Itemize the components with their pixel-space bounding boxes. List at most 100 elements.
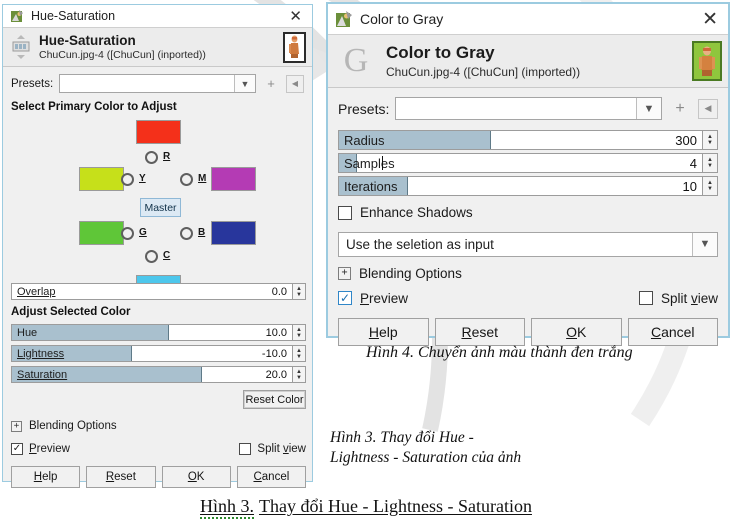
iterations-row: Iterations 10 ▲ ▼ (338, 176, 718, 196)
preview-checkbox[interactable]: ✓ Preview (11, 443, 70, 455)
samples-spinner[interactable]: ▲ ▼ (703, 153, 718, 173)
input-source-select[interactable]: Use the seletion as input ▼ (338, 231, 718, 257)
preview-label-rest: review (36, 443, 70, 455)
reset-button[interactable]: Reset (434, 317, 525, 346)
overlap-row: Overlap 0.0 ▲ ▼ (11, 283, 306, 300)
chevron-down-icon[interactable]: ▼ (636, 98, 661, 119)
preview-splitview-row: ✓ Preview Split view (338, 291, 718, 306)
image-thumbnail (695, 44, 719, 78)
radius-spinner[interactable]: ▲ ▼ (703, 130, 718, 150)
chevron-down-icon[interactable]: ▼ (234, 75, 255, 92)
preset-menu-icon[interactable]: ◀ (286, 74, 304, 93)
lightness-label: Lightness (17, 347, 65, 360)
swatch-green[interactable] (79, 221, 124, 245)
iterations-slider[interactable]: Iterations 10 (338, 176, 703, 196)
saturation-slider[interactable]: Saturation 20.0 (11, 366, 293, 383)
hue-saturation-preview-thumbnail[interactable] (283, 31, 306, 63)
gimp-tool-icon (336, 10, 352, 27)
saturation-row: Saturation 20.0 ▲ ▼ (11, 366, 306, 383)
swatch-magenta[interactable] (211, 167, 256, 191)
overlap-slider[interactable]: Overlap 0.0 (11, 283, 293, 300)
presets-label: Presets: (11, 77, 54, 90)
hue-saturation-titlebar: Hue-Saturation ✕ (3, 5, 312, 27)
radio-label-c: C (163, 250, 171, 261)
enhance-shadows-checkbox[interactable]: Enhance Shadows (338, 205, 473, 220)
figure-3-inline-line1: Hình 3. Thay đổi Hue - (330, 429, 474, 446)
help-button[interactable]: Help (338, 317, 429, 346)
checkbox-box (638, 291, 653, 305)
help-button[interactable]: Help (11, 466, 81, 488)
radio-label-b: B (198, 227, 206, 238)
presets-combobox[interactable]: ▼ (59, 74, 256, 93)
gimp-tool-icon (11, 9, 23, 22)
presets-label: Presets: (338, 100, 390, 117)
figure-3-inline-caption: Hình 3. Thay đổi Hue - Lightness - Satur… (330, 428, 521, 468)
plus-icon[interactable]: + (263, 76, 279, 92)
blending-options-expander[interactable]: + Blending Options (11, 420, 306, 432)
radio-b[interactable] (180, 227, 193, 240)
image-thumbnail (286, 34, 303, 60)
blending-options-expander[interactable]: + Blending Options (338, 266, 718, 281)
split-view-checkbox[interactable]: Split view (638, 291, 718, 306)
reset-button[interactable]: Reset (86, 466, 156, 488)
saturation-label: Saturation (17, 368, 68, 381)
swatch-blue[interactable] (211, 221, 256, 245)
saturation-spinner[interactable]: ▲ ▼ (293, 366, 306, 383)
radio-label-r: R (163, 151, 171, 162)
enhance-shadows-label: Enhance Shadows (360, 205, 473, 220)
color-to-gray-title-text: Color to Gray (360, 11, 444, 27)
checkbox-box: ✓ (338, 291, 352, 305)
hue-saturation-header-title: Hue-Saturation (39, 33, 136, 48)
samples-slider[interactable]: Samples 4 (338, 153, 703, 173)
overlap-label: Overlap (17, 285, 56, 298)
master-button[interactable]: Master (140, 198, 181, 217)
preview-checkbox[interactable]: ✓ Preview (338, 291, 408, 306)
color-to-gray-header-subtitle: ChuCun.jpg-4 ([ChuCun] (imported)) (386, 65, 581, 79)
lightness-slider[interactable]: Lightness -10.0 (11, 345, 293, 362)
preset-menu-icon[interactable]: ◀ (698, 98, 718, 119)
radio-r[interactable] (145, 151, 158, 164)
color-to-gray-preview-thumbnail[interactable] (692, 41, 722, 81)
blending-options-label: Blending Options (29, 420, 117, 432)
radio-c[interactable] (145, 250, 158, 263)
color-to-gray-header-title: Color to Gray (386, 43, 495, 62)
color-to-gray-titlebar: Color to Gray ✕ (328, 4, 728, 34)
hue-label: Hue (17, 326, 38, 339)
lightness-spinner[interactable]: ▲ ▼ (293, 345, 306, 362)
hue-saturation-header-subtitle: ChuCun.jpg-4 ([ChuCun] (inported)) (39, 49, 206, 61)
swatch-red[interactable] (136, 120, 181, 144)
samples-row: Samples 4 ▲ ▼ (338, 153, 718, 173)
radio-m[interactable] (180, 173, 193, 186)
swatch-yellow[interactable] (79, 167, 124, 191)
ok-button[interactable]: OK (531, 317, 622, 346)
close-icon[interactable]: ✕ (698, 9, 722, 29)
checkbox-box (338, 205, 352, 220)
plus-icon[interactable]: + (671, 100, 689, 118)
cancel-button[interactable]: Cancel (236, 466, 306, 488)
expand-plus-icon: + (338, 266, 351, 280)
checkbox-box: ✓ (11, 443, 23, 455)
figure-3-bottom-prefix: Hình 3. (200, 496, 255, 519)
cancel-button[interactable]: Cancel (627, 317, 718, 346)
color-to-gray-header: G Color to Gray ChuCun.jpg-4 ([ChuCun] (… (328, 34, 728, 88)
chevron-down-icon[interactable]: ▼ (692, 232, 717, 256)
hue-row: Hue 10.0 ▲ ▼ (11, 324, 306, 341)
overlap-spinner[interactable]: ▲ ▼ (293, 283, 306, 300)
split-view-checkbox[interactable]: Split view (239, 443, 306, 455)
close-icon[interactable]: ✕ (285, 8, 306, 24)
hue-slider[interactable]: Hue 10.0 (11, 324, 293, 341)
hue-saturation-header: Hue-Saturation ChuCun.jpg-4 ([ChuCun] (i… (3, 27, 312, 67)
radius-slider[interactable]: Radius 300 (338, 130, 703, 150)
hue-spinner[interactable]: ▲ ▼ (293, 324, 306, 341)
blending-options-label: Blending Options (359, 265, 462, 281)
iterations-spinner[interactable]: ▲ ▼ (703, 176, 718, 196)
radio-g[interactable] (121, 227, 134, 240)
figure-3-bottom-rest: Thay đổi Hue - Lightness - Saturation (259, 496, 532, 516)
ok-button[interactable]: OK (161, 466, 231, 488)
preview-splitview-row: ✓ Preview Split view (11, 443, 306, 455)
presets-combobox[interactable]: ▼ (395, 97, 662, 120)
lightness-row: Lightness -10.0 ▲ ▼ (11, 345, 306, 362)
input-source-value: Use the seletion as input (346, 236, 494, 252)
radio-y[interactable] (121, 173, 134, 186)
reset-color-button[interactable]: Reset Color (243, 390, 306, 409)
